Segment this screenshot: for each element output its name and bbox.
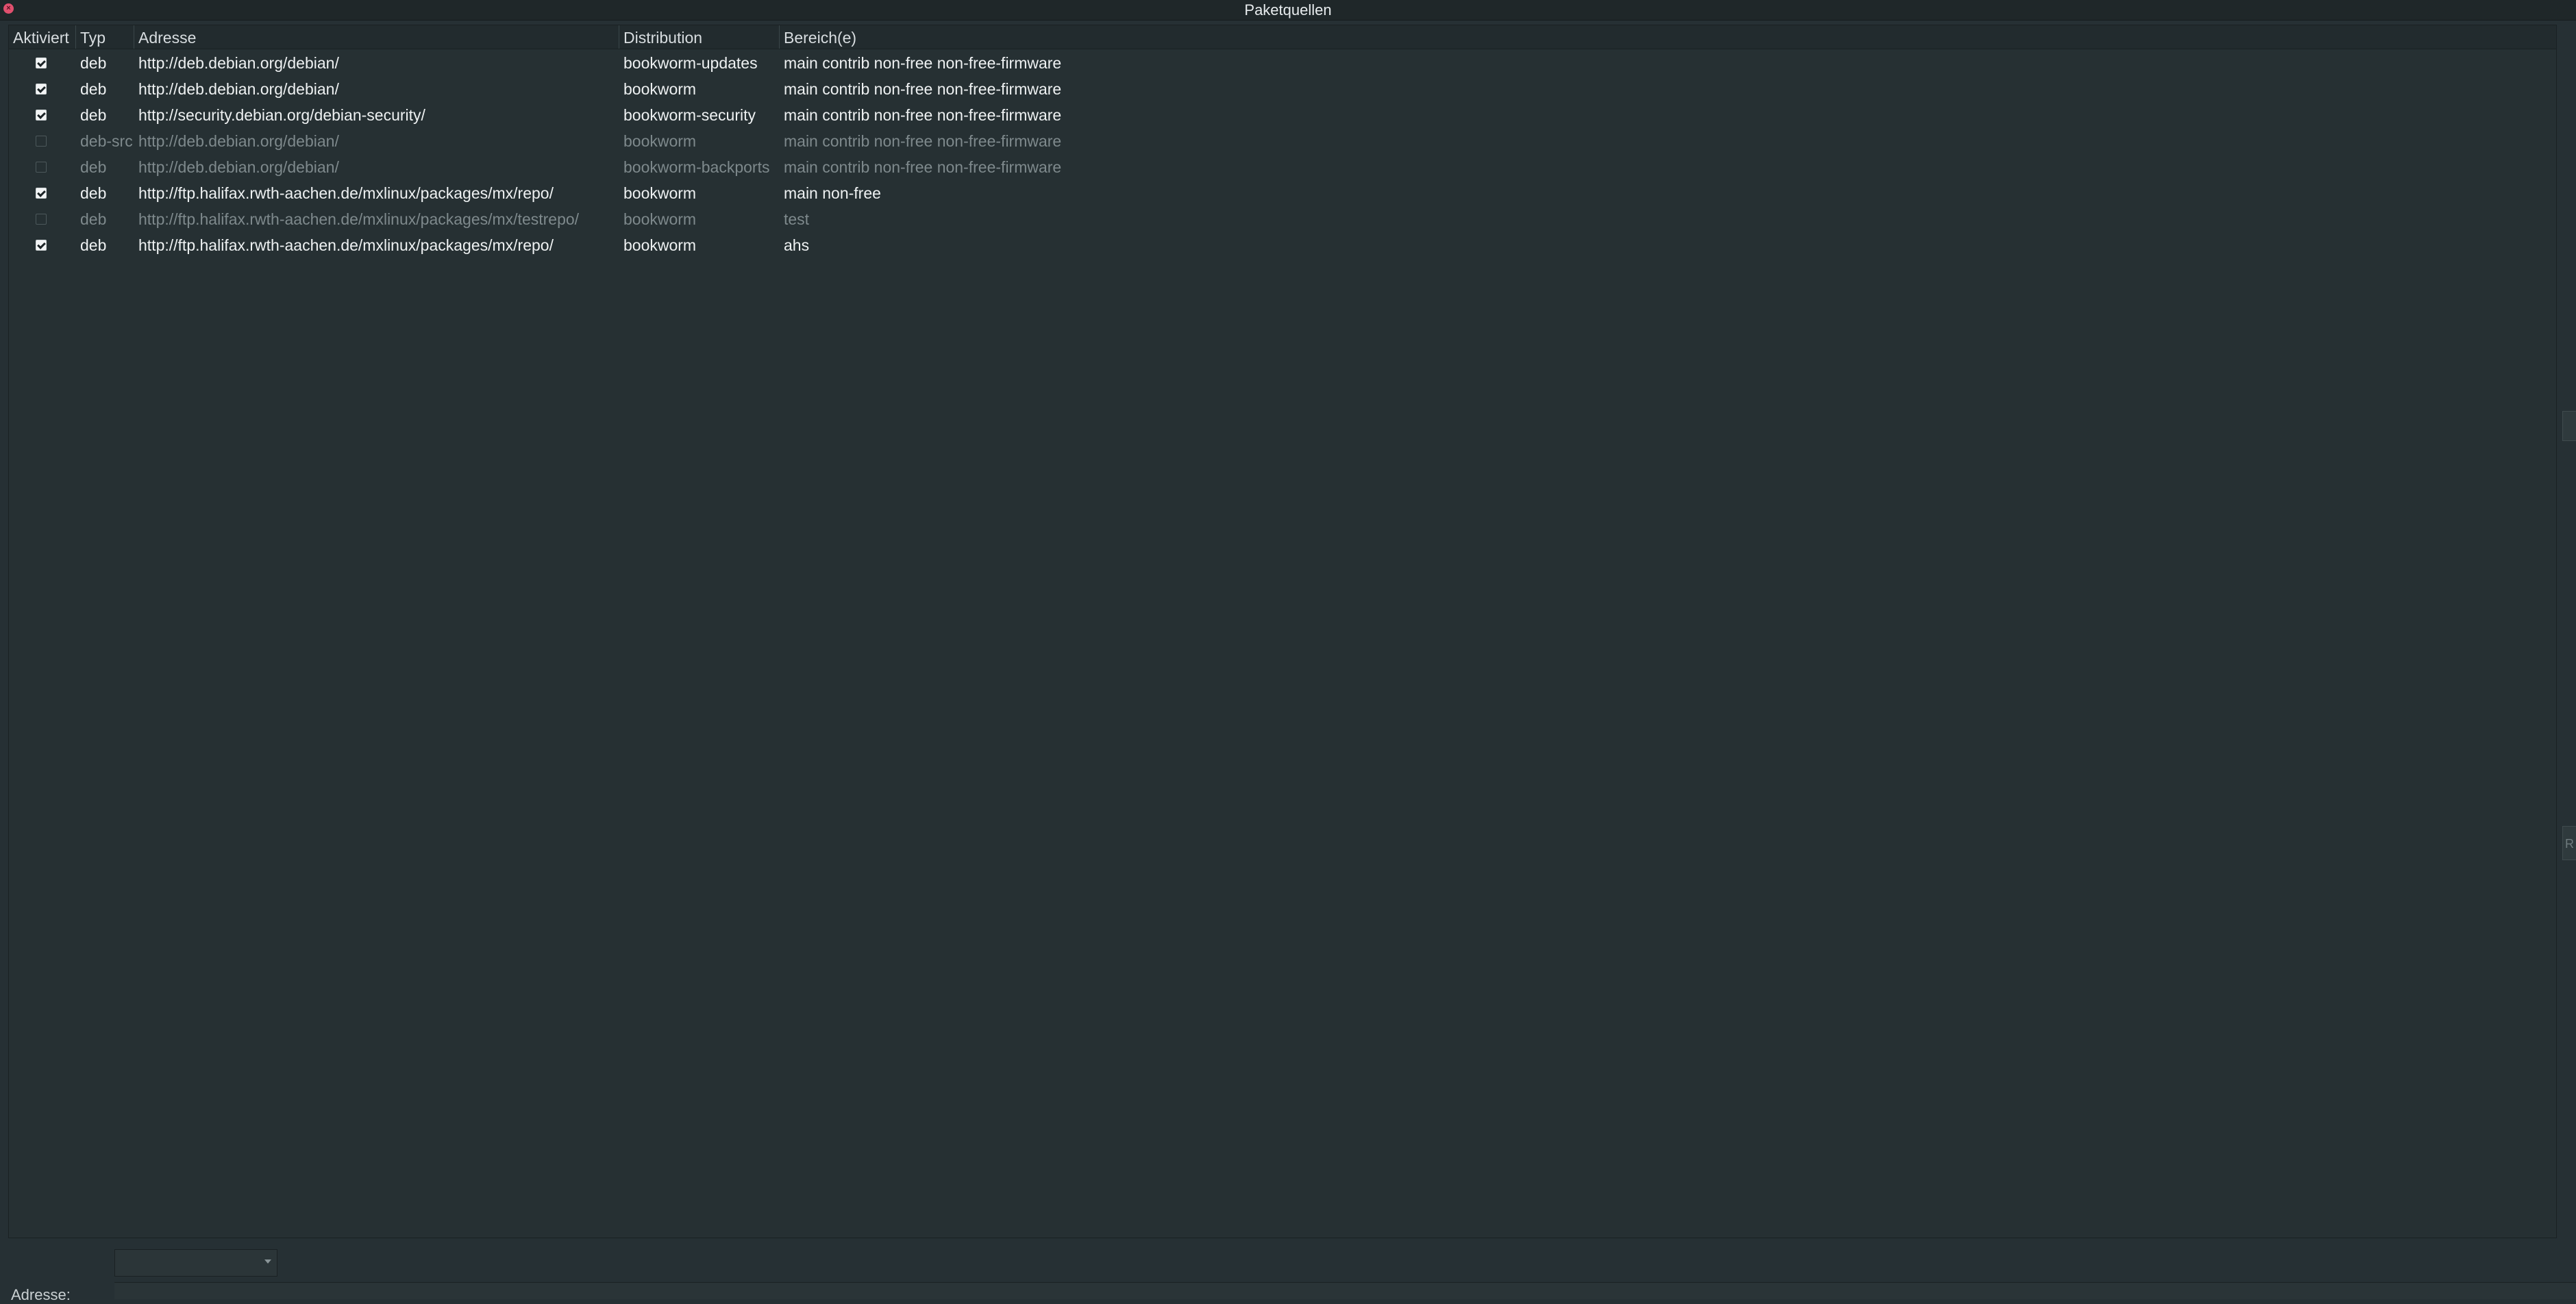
cell-type: deb — [80, 184, 107, 202]
cell-address: http://deb.debian.org/debian/ — [138, 158, 339, 176]
table-header: Aktiviert Typ Adresse Distribution Berei… — [9, 25, 2556, 49]
cell-type: deb — [80, 106, 107, 124]
cell-address: http://deb.debian.org/debian/ — [138, 132, 339, 150]
cell-address: http://deb.debian.org/debian/ — [138, 80, 339, 98]
cell-address: http://ftp.halifax.rwth-aachen.de/mxlinu… — [138, 184, 554, 202]
cell-type: deb — [80, 54, 107, 72]
address-input[interactable] — [114, 1282, 2576, 1299]
enabled-checkbox[interactable] — [36, 240, 47, 251]
type-combobox[interactable] — [114, 1249, 277, 1277]
table-row[interactable]: deb http://ftp.halifax.rwth-aachen.de/mxl… — [9, 180, 2556, 206]
title-bar: × Paketquellen — [0, 0, 2576, 21]
table-row[interactable]: deb http://deb.debian.org/debian/bookworm… — [9, 154, 2556, 180]
cell-address: http://ftp.halifax.rwth-aachen.de/mxlinu… — [138, 236, 554, 254]
cell-type: deb-src — [80, 132, 133, 150]
cell-distribution: bookworm — [623, 210, 697, 228]
cell-address: http://deb.debian.org/debian/ — [138, 54, 339, 72]
cell-distribution: bookworm — [623, 236, 697, 254]
cell-components: main contrib non-free non-free-firmware — [784, 106, 1062, 124]
enabled-checkbox[interactable] — [36, 84, 47, 95]
chevron-down-icon — [264, 1259, 271, 1264]
table-row[interactable]: deb http://deb.debian.org/debian/bookworm… — [9, 76, 2556, 102]
table-row[interactable]: deb-src http://deb.debian.org/debian/book… — [9, 128, 2556, 154]
cell-type: deb — [80, 210, 107, 228]
enabled-checkbox[interactable] — [36, 214, 47, 225]
table-body: deb http://deb.debian.org/debian/bookworm… — [9, 50, 2556, 258]
table-row[interactable]: deb http://security.debian.org/debian-sec… — [9, 102, 2556, 128]
address-label: Adresse: — [11, 1286, 71, 1303]
cell-type: deb — [80, 236, 107, 254]
column-header-components[interactable]: Bereich(e) — [780, 25, 2556, 49]
table-row[interactable]: deb http://ftp.halifax.rwth-aachen.de/mxl… — [9, 232, 2556, 258]
cell-components: test — [784, 210, 810, 228]
enabled-checkbox[interactable] — [36, 188, 47, 199]
cell-components: main contrib non-free non-free-firmware — [784, 158, 1062, 176]
side-panel-handle-top[interactable] — [2562, 411, 2576, 441]
column-header-address[interactable]: Adresse — [134, 25, 619, 49]
enabled-checkbox[interactable] — [36, 110, 47, 121]
cell-type: deb — [80, 158, 107, 176]
side-panel-handle-bottom[interactable]: R — [2562, 826, 2576, 860]
cell-distribution: bookworm-backports — [623, 158, 770, 176]
cell-distribution: bookworm-security — [623, 106, 756, 124]
column-header-type[interactable]: Typ — [76, 25, 134, 49]
cell-distribution: bookworm-updates — [623, 54, 758, 72]
cell-address: http://ftp.halifax.rwth-aachen.de/mxlinu… — [138, 210, 580, 228]
table-row[interactable]: deb http://deb.debian.org/debian/bookworm… — [9, 50, 2556, 76]
enabled-checkbox[interactable] — [36, 136, 47, 147]
cell-components: ahs — [784, 236, 810, 254]
enabled-checkbox[interactable] — [36, 162, 47, 173]
cell-distribution: bookworm — [623, 132, 697, 150]
column-header-enabled[interactable]: Aktiviert — [9, 25, 76, 49]
cell-components: main contrib non-free non-free-firmware — [784, 54, 1062, 72]
repository-list[interactable]: Aktiviert Typ Adresse Distribution Berei… — [8, 25, 2557, 1238]
cell-address: http://security.debian.org/debian-securi… — [138, 106, 425, 124]
enabled-checkbox[interactable] — [36, 58, 47, 68]
cell-components: main non-free — [784, 184, 881, 202]
cell-distribution: bookworm — [623, 184, 697, 202]
table-row[interactable]: deb http://ftp.halifax.rwth-aachen.de/mxl… — [9, 206, 2556, 232]
window-title: Paketquellen — [1244, 1, 1332, 18]
cell-distribution: bookworm — [623, 80, 697, 98]
cell-components: main contrib non-free non-free-firmware — [784, 80, 1062, 98]
column-header-distribution[interactable]: Distribution — [619, 25, 780, 49]
cell-type: deb — [80, 80, 107, 98]
cell-components: main contrib non-free non-free-firmware — [784, 132, 1062, 150]
side-handle-label: R — [2565, 837, 2574, 851]
